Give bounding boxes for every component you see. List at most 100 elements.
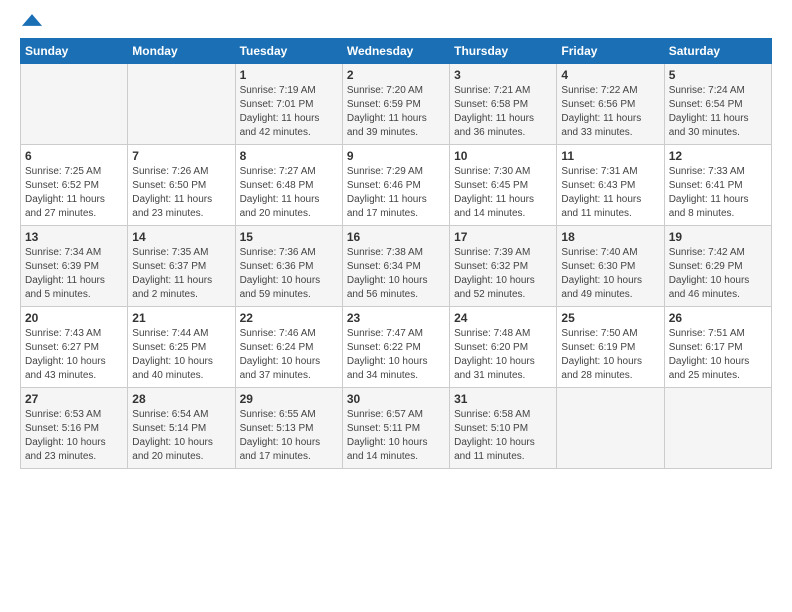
day-number: 31 [454,392,552,406]
day-cell: 5 Sunrise: 7:24 AM Sunset: 6:54 PM Daylig… [664,64,771,145]
day-info: Sunrise: 7:31 AM Sunset: 6:43 PM Dayligh… [561,165,659,221]
header-day-monday: Monday [128,39,235,64]
day-info: Sunrise: 7:35 AM Sunset: 6:37 PM Dayligh… [132,246,230,302]
day-info: Sunrise: 6:55 AM Sunset: 5:13 PM Dayligh… [240,408,338,464]
day-cell: 13Sunrise: 7:34 AM Sunset: 6:39 PM Dayli… [21,226,128,307]
day-cell [664,388,771,469]
week-row-4: 20 Sunrise: 7:43 AM Sunset: 6:27 PM Dayli… [21,307,772,388]
day-number: 15 [240,230,338,244]
day-cell: 27 Sunrise: 6:53 AM Sunset: 5:16 PM Dayli… [21,388,128,469]
day-cell: 3 Sunrise: 7:21 AM Sunset: 6:58 PM Daylig… [450,64,557,145]
week-row-3: 13Sunrise: 7:34 AM Sunset: 6:39 PM Dayli… [21,226,772,307]
day-info: Sunrise: 7:19 AM Sunset: 7:01 PM Dayligh… [240,84,338,140]
day-cell: 10 Sunrise: 7:30 AM Sunset: 6:45 PM Dayli… [450,145,557,226]
week-row-1: 1Sunrise: 7:19 AM Sunset: 7:01 PM Daylig… [21,64,772,145]
day-cell [128,64,235,145]
day-info: Sunrise: 7:20 AM Sunset: 6:59 PM Dayligh… [347,84,445,140]
day-info: Sunrise: 6:54 AM Sunset: 5:14 PM Dayligh… [132,408,230,464]
day-cell: 24 Sunrise: 7:48 AM Sunset: 6:20 PM Dayli… [450,307,557,388]
day-cell: 30 Sunrise: 6:57 AM Sunset: 5:11 PM Dayli… [342,388,449,469]
day-cell: 1Sunrise: 7:19 AM Sunset: 7:01 PM Daylig… [235,64,342,145]
day-info: Sunrise: 6:57 AM Sunset: 5:11 PM Dayligh… [347,408,445,464]
day-cell: 22 Sunrise: 7:46 AM Sunset: 6:24 PM Dayli… [235,307,342,388]
day-number: 21 [132,311,230,325]
day-number: 12 [669,149,767,163]
day-number: 3 [454,68,552,82]
day-cell: 28 Sunrise: 6:54 AM Sunset: 5:14 PM Dayli… [128,388,235,469]
day-cell: 11 Sunrise: 7:31 AM Sunset: 6:43 PM Dayli… [557,145,664,226]
day-cell: 19Sunrise: 7:42 AM Sunset: 6:29 PM Dayli… [664,226,771,307]
calendar-header-row: SundayMondayTuesdayWednesdayThursdayFrid… [21,39,772,64]
day-number: 2 [347,68,445,82]
day-info: Sunrise: 7:33 AM Sunset: 6:41 PM Dayligh… [669,165,767,221]
header-day-sunday: Sunday [21,39,128,64]
day-number: 20 [25,311,123,325]
day-number: 27 [25,392,123,406]
day-cell: 15 Sunrise: 7:36 AM Sunset: 6:36 PM Dayli… [235,226,342,307]
logo [20,16,42,26]
day-number: 14 [132,230,230,244]
week-row-5: 27 Sunrise: 6:53 AM Sunset: 5:16 PM Dayli… [21,388,772,469]
day-info: Sunrise: 7:39 AM Sunset: 6:32 PM Dayligh… [454,246,552,302]
day-info: Sunrise: 7:26 AM Sunset: 6:50 PM Dayligh… [132,165,230,221]
header-day-wednesday: Wednesday [342,39,449,64]
day-cell: 8 Sunrise: 7:27 AM Sunset: 6:48 PM Daylig… [235,145,342,226]
day-info: Sunrise: 7:48 AM Sunset: 6:20 PM Dayligh… [454,327,552,383]
day-info: Sunrise: 7:36 AM Sunset: 6:36 PM Dayligh… [240,246,338,302]
day-info: Sunrise: 7:29 AM Sunset: 6:46 PM Dayligh… [347,165,445,221]
day-cell: 12 Sunrise: 7:33 AM Sunset: 6:41 PM Dayli… [664,145,771,226]
day-number: 17 [454,230,552,244]
day-info: Sunrise: 7:38 AM Sunset: 6:34 PM Dayligh… [347,246,445,302]
day-cell: 25Sunrise: 7:50 AM Sunset: 6:19 PM Dayli… [557,307,664,388]
day-cell: 26Sunrise: 7:51 AM Sunset: 6:17 PM Dayli… [664,307,771,388]
day-number: 4 [561,68,659,82]
day-cell: 7 Sunrise: 7:26 AM Sunset: 6:50 PM Daylig… [128,145,235,226]
day-info: Sunrise: 7:27 AM Sunset: 6:48 PM Dayligh… [240,165,338,221]
day-number: 6 [25,149,123,163]
day-cell: 17 Sunrise: 7:39 AM Sunset: 6:32 PM Dayli… [450,226,557,307]
day-number: 11 [561,149,659,163]
day-number: 22 [240,311,338,325]
day-cell: 31 Sunrise: 6:58 AM Sunset: 5:10 PM Dayli… [450,388,557,469]
day-number: 16 [347,230,445,244]
day-cell: 18 Sunrise: 7:40 AM Sunset: 6:30 PM Dayli… [557,226,664,307]
week-row-2: 6 Sunrise: 7:25 AM Sunset: 6:52 PM Daylig… [21,145,772,226]
day-number: 10 [454,149,552,163]
header [20,16,772,26]
day-cell: 21 Sunrise: 7:44 AM Sunset: 6:25 PM Dayli… [128,307,235,388]
day-number: 28 [132,392,230,406]
day-info: Sunrise: 7:34 AM Sunset: 6:39 PM Dayligh… [25,246,123,302]
day-number: 26 [669,311,767,325]
day-number: 8 [240,149,338,163]
header-day-friday: Friday [557,39,664,64]
day-info: Sunrise: 7:25 AM Sunset: 6:52 PM Dayligh… [25,165,123,221]
header-day-saturday: Saturday [664,39,771,64]
day-cell [557,388,664,469]
day-number: 19 [669,230,767,244]
day-cell: 6 Sunrise: 7:25 AM Sunset: 6:52 PM Daylig… [21,145,128,226]
day-number: 30 [347,392,445,406]
day-info: Sunrise: 7:43 AM Sunset: 6:27 PM Dayligh… [25,327,123,383]
day-info: Sunrise: 7:44 AM Sunset: 6:25 PM Dayligh… [132,327,230,383]
day-cell: 23Sunrise: 7:47 AM Sunset: 6:22 PM Dayli… [342,307,449,388]
day-info: Sunrise: 7:40 AM Sunset: 6:30 PM Dayligh… [561,246,659,302]
day-info: Sunrise: 6:53 AM Sunset: 5:16 PM Dayligh… [25,408,123,464]
day-info: Sunrise: 7:21 AM Sunset: 6:58 PM Dayligh… [454,84,552,140]
day-number: 18 [561,230,659,244]
header-day-tuesday: Tuesday [235,39,342,64]
day-number: 23 [347,311,445,325]
day-info: Sunrise: 7:24 AM Sunset: 6:54 PM Dayligh… [669,84,767,140]
day-number: 5 [669,68,767,82]
day-info: Sunrise: 7:46 AM Sunset: 6:24 PM Dayligh… [240,327,338,383]
day-cell: 2 Sunrise: 7:20 AM Sunset: 6:59 PM Daylig… [342,64,449,145]
day-info: Sunrise: 6:58 AM Sunset: 5:10 PM Dayligh… [454,408,552,464]
day-number: 7 [132,149,230,163]
logo-icon [22,14,42,26]
day-info: Sunrise: 7:30 AM Sunset: 6:45 PM Dayligh… [454,165,552,221]
day-info: Sunrise: 7:22 AM Sunset: 6:56 PM Dayligh… [561,84,659,140]
day-info: Sunrise: 7:50 AM Sunset: 6:19 PM Dayligh… [561,327,659,383]
day-number: 9 [347,149,445,163]
day-number: 29 [240,392,338,406]
day-cell: 16 Sunrise: 7:38 AM Sunset: 6:34 PM Dayli… [342,226,449,307]
day-number: 24 [454,311,552,325]
